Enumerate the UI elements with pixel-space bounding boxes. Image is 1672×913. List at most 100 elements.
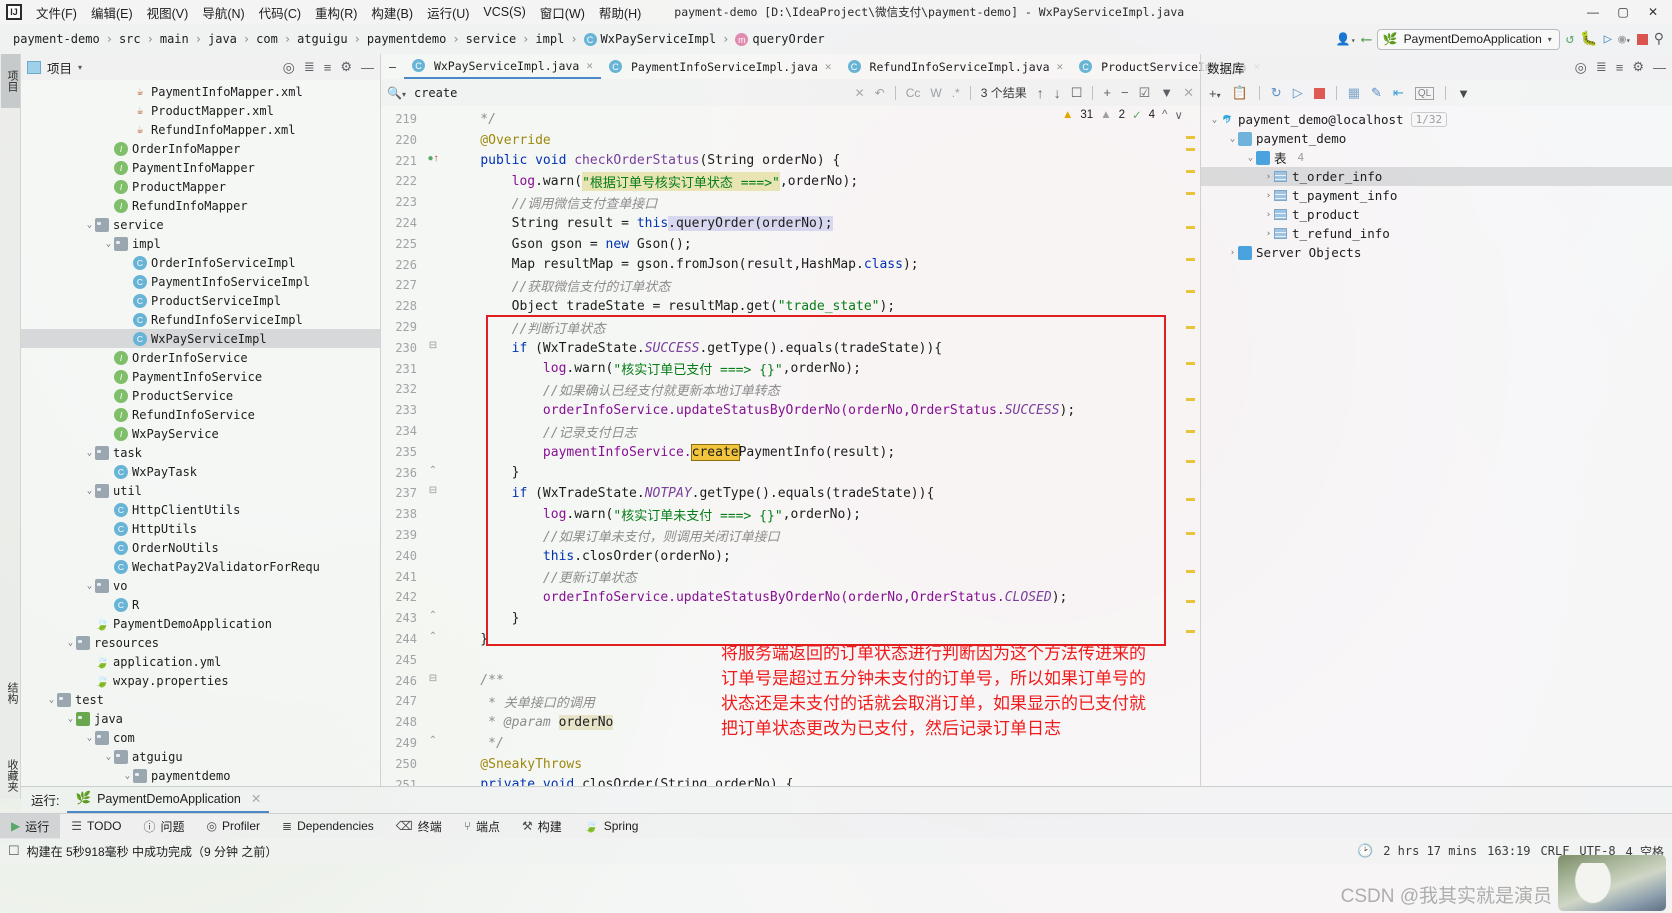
search-icon[interactable]: 🔍▾ [387, 86, 406, 100]
menu-item-8[interactable]: VCS(S) [476, 3, 532, 21]
code-line[interactable]: //记录支付日志 [449, 421, 1200, 442]
minimize-button[interactable]: — [1578, 0, 1608, 24]
code-line[interactable]: //如果确认已经支付就更新本地订单转态 [449, 379, 1200, 400]
select-lines-icon[interactable]: ☑ [1139, 85, 1151, 101]
chevron-down-icon[interactable]: ∨ [1174, 108, 1182, 122]
collapse-all-icon[interactable]: ≡ [324, 60, 332, 75]
code-line[interactable]: private void closOrder (String orderNo) { [449, 775, 1200, 786]
tree-item[interactable]: C HttpClientUtils [21, 500, 380, 519]
menu-item-3[interactable]: 导航(N) [195, 1, 251, 24]
db-tree-item[interactable]: ⌄ payment_demo [1201, 129, 1672, 148]
expand-all-icon[interactable]: ≣ [1596, 59, 1607, 75]
code-line[interactable]: orderInfoService. updateStatusByOrderNo(o… [449, 400, 1200, 421]
fold-marker-icon[interactable]: ⊟ [421, 673, 445, 684]
tree-item[interactable]: C PaymentInfoServiceImpl [21, 272, 380, 291]
tree-item[interactable]: C OrderNoUtils [21, 538, 380, 557]
db-tree-item[interactable]: ⌄ 表 4 [1201, 148, 1672, 167]
chevron-right-icon[interactable]: › [1227, 248, 1238, 258]
chevron-down-icon[interactable]: ⌄ [65, 638, 76, 648]
tree-item[interactable]: I ProductService [21, 386, 380, 405]
editor-tab-bar[interactable]: — C WxPayServiceImpl.java ✕ C PaymentInfoServ… [381, 54, 1260, 79]
code-line[interactable]: //如果订单未支付，则调用关闭订单接口 [449, 525, 1200, 546]
database-toolbar[interactable]: +▾ 📋 ↻ ▷ ▦ ✎ ⇤ QL ▼ [1201, 80, 1672, 106]
run-tab[interactable]: 🌿 PaymentDemoApplication ✕ [67, 787, 270, 813]
add-line-icon[interactable]: + [1103, 85, 1111, 100]
tree-item[interactable]: I RefundInfoService [21, 405, 380, 424]
code-line[interactable]: this .closOrder(orderNo); [449, 546, 1200, 567]
chevron-down-icon[interactable]: ⌄ [103, 239, 114, 249]
code-line[interactable]: //调用微信支付查单接口 [449, 192, 1200, 213]
tree-item[interactable]: ⌄ resources [21, 633, 380, 652]
chevron-down-icon[interactable]: ⌄ [84, 486, 95, 496]
override-marker-icon[interactable]: ●↑ [421, 153, 445, 164]
collapse-all-icon[interactable]: ≡ [1616, 60, 1624, 75]
clear-find-icon[interactable]: ✕ [855, 86, 865, 100]
tree-item[interactable]: I OrderInfoMapper [21, 139, 380, 158]
tree-item[interactable]: ⌄ impl [21, 234, 380, 253]
code-line[interactable]: //获取微信支付的订单状态 [449, 275, 1200, 296]
fold-end-marker-icon[interactable]: ⌃ [421, 735, 445, 746]
locate-icon[interactable]: ◎ [1575, 59, 1587, 76]
tree-item[interactable]: ☕ PaymentInfoMapper.xml [21, 82, 380, 101]
menu-item-9[interactable]: 窗口(W) [533, 1, 592, 24]
tree-item[interactable]: C WxPayTask [21, 462, 380, 481]
chevron-down-icon[interactable]: ⌄ [84, 733, 95, 743]
table-icon[interactable]: ▦ [1348, 85, 1360, 101]
close-find-icon[interactable]: ✕ [1183, 85, 1194, 101]
tree-item[interactable]: I RefundInfoMapper [21, 196, 380, 215]
clock-icon[interactable]: 🕑 [1357, 844, 1373, 859]
chevron-up-icon[interactable]: ^ [1162, 109, 1167, 121]
rerun-icon[interactable]: ↺ [1566, 31, 1574, 47]
close-button[interactable]: ✕ [1638, 0, 1668, 24]
fold-end-marker-icon[interactable]: ⌃ [421, 631, 445, 642]
fold-marker-icon[interactable]: ⊟ [421, 340, 445, 351]
chevron-down-icon[interactable]: ⌄ [122, 771, 133, 781]
stop-icon[interactable] [1313, 87, 1325, 99]
maximize-button[interactable]: ▢ [1608, 0, 1638, 24]
code-line[interactable]: if (WxTradeState. NOTPAY .getType().equals… [449, 483, 1200, 504]
chevron-down-icon[interactable]: ⌄ [84, 220, 95, 230]
code-line[interactable]: //判断订单状态 [449, 317, 1200, 338]
code-line[interactable]: paymentInfoService. create PaymentInfo(res… [449, 442, 1200, 463]
tree-item[interactable]: I PaymentInfoService [21, 367, 380, 386]
chevron-right-icon[interactable]: › [1263, 210, 1274, 220]
coverage-icon[interactable]: ▷ [1604, 31, 1612, 47]
code-line[interactable]: log .warn("核实订单已支付 ===> {}" ,orderNo); [449, 359, 1200, 380]
code-line[interactable]: @SneakyThrows [449, 754, 1200, 775]
db-tree-item[interactable]: › Server Objects [1201, 243, 1672, 262]
breadcrumb-item-impl[interactable]: impl [530, 31, 569, 47]
chevron-down-icon[interactable]: ▾ [78, 63, 82, 72]
error-stripe[interactable] [1186, 130, 1196, 770]
remove-line-icon[interactable]: − [1121, 85, 1129, 100]
add-icon[interactable]: +▾ [1209, 86, 1221, 101]
filter-icon[interactable]: ▼ [1457, 86, 1470, 101]
copy-icon[interactable]: 📋 [1232, 85, 1248, 101]
bottom-tool-bar[interactable]: ▶ 运行 ☰ TODO ⓘ 问题 ◎ Profiler ≣ Dependencies ⌫ 终端 ⑂ 端点 ⚒… [0, 813, 1672, 839]
tree-item[interactable]: ⌄ test [21, 690, 380, 709]
project-tree[interactable]: ☕ PaymentInfoMapper.xml ☕ ProductMapper.xml… [21, 80, 380, 786]
db-tree-item[interactable]: › t_payment_info [1201, 186, 1672, 205]
next-match-icon[interactable]: ↓ [1054, 85, 1061, 101]
code-line[interactable]: if (WxTradeState. SUCCESS .getType().equal… [449, 338, 1200, 359]
code-line[interactable]: Object tradeState = resultMap.get("trade… [449, 296, 1200, 317]
tree-item[interactable]: C WxPayServiceImpl [21, 329, 380, 348]
menu-item-7[interactable]: 运行(U) [420, 1, 476, 24]
whole-words-toggle[interactable]: W [930, 86, 941, 100]
code-line[interactable]: orderInfoService. updateStatusByOrderNo(o… [449, 587, 1200, 608]
breadcrumb-item-wxpayserviceimpl[interactable]: C WxPayServiceImpl [579, 31, 722, 48]
tree-item[interactable]: 🍃 PaymentDemoApplication [21, 614, 380, 633]
bottom-tab-todo[interactable]: ☰ TODO [60, 814, 132, 839]
breadcrumb-item-java[interactable]: java [203, 31, 242, 47]
menu-item-0[interactable]: 文件(F) [29, 1, 84, 24]
chevron-right-icon[interactable]: › [1263, 191, 1274, 201]
select-all-icon[interactable]: ☐ [1071, 85, 1083, 101]
code-line[interactable]: @Override [449, 130, 1200, 151]
back-arrow-icon[interactable]: ⟵ [1362, 30, 1371, 48]
stop-icon[interactable] [1636, 33, 1648, 45]
bottom-tab-build[interactable]: ⚒ 构建 [511, 814, 573, 839]
database-tree[interactable]: ⌄ 🐬 payment_demo@localhost 1/32 ⌄ payment_dem… [1201, 106, 1672, 262]
find-history-icon[interactable]: ↶ [875, 86, 885, 100]
bottom-tab-run[interactable]: ▶ 运行 [0, 813, 61, 839]
chevron-right-icon[interactable]: › [1263, 229, 1274, 239]
tree-item[interactable]: I WxPayService [21, 424, 380, 443]
